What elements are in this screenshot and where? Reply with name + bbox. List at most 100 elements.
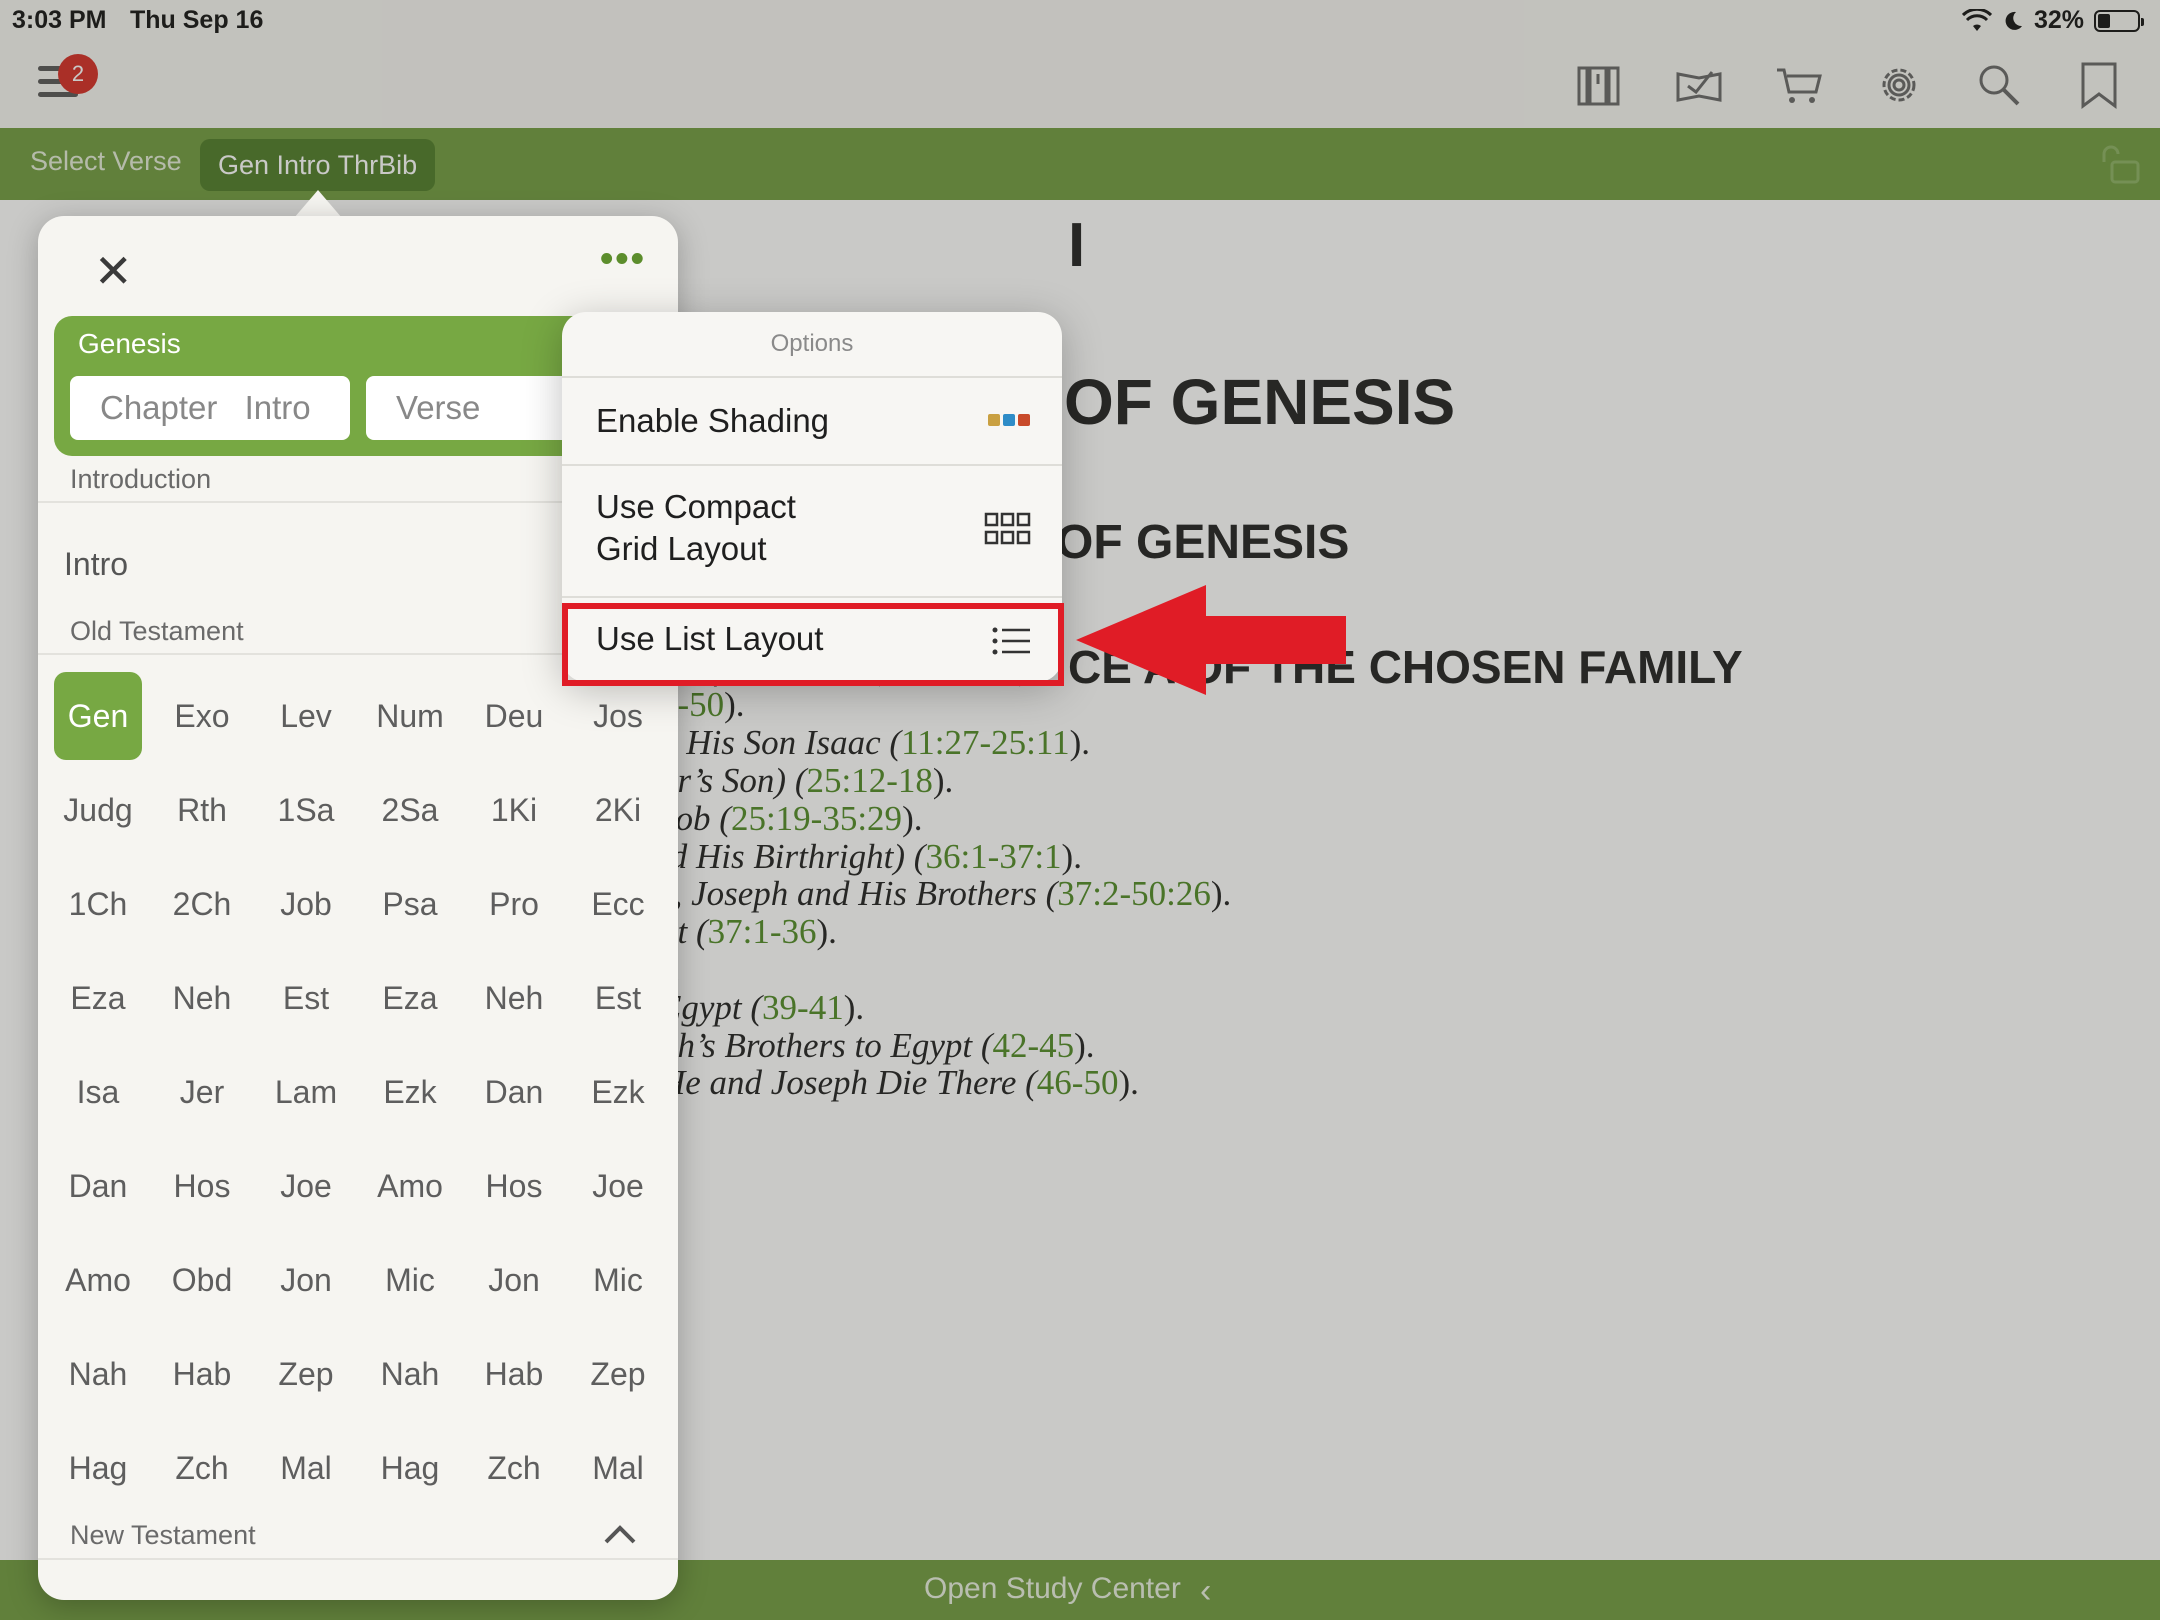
book-cell[interactable]: Hag (54, 1424, 142, 1512)
chevron-left-icon[interactable]: ‹ (1200, 1572, 1211, 1611)
compact-grid-option[interactable]: Use Compact Grid Layout (562, 464, 1062, 596)
chapter-value: Intro (244, 389, 311, 426)
scripture-reference-link[interactable]: 11:27-25:11 (901, 723, 1070, 762)
book-cell[interactable]: Zch (470, 1424, 558, 1512)
book-cell[interactable]: Hag (366, 1424, 454, 1512)
book-cell[interactable]: Joe (574, 1142, 662, 1230)
outline-punct: ). (843, 987, 865, 1027)
book-cell[interactable]: Hab (158, 1330, 246, 1418)
cart-icon[interactable] (1774, 60, 1824, 110)
book-cell[interactable]: Gen (54, 672, 142, 760)
book-cell[interactable]: Eza (54, 954, 142, 1042)
intro-item[interactable]: Intro (64, 546, 128, 583)
notification-badge: 2 (58, 54, 98, 94)
wifi-icon (1961, 8, 1992, 31)
book-cell[interactable]: Lam (262, 1048, 350, 1136)
book-cell[interactable]: Psa (366, 860, 454, 948)
book-cell[interactable]: Lev (262, 672, 350, 760)
outline-text: d His Son Isaac ( (660, 723, 902, 763)
select-verse-button[interactable]: Select Verse (30, 146, 182, 177)
book-cell[interactable]: Eza (366, 954, 454, 1042)
book-cell[interactable]: Mal (574, 1424, 662, 1512)
book-cell[interactable]: 2Sa (366, 766, 454, 854)
book-cell[interactable]: 1Ki (470, 766, 558, 854)
outline-line: ar’s Son) (25:12-18). (660, 761, 2060, 801)
book-cell[interactable]: Job (262, 860, 350, 948)
scripture-reference-link[interactable]: 37:1-36 (708, 912, 817, 951)
selected-book: Genesis (78, 328, 181, 359)
current-resource-pill[interactable]: Gen Intro ThrBib (200, 139, 436, 191)
search-icon[interactable] (1974, 60, 2024, 110)
chapter-field[interactable]: Chapter Intro (70, 376, 350, 440)
open-study-center-button[interactable]: Open Study Center (924, 1572, 1181, 1606)
book-cell[interactable]: 1Sa (262, 766, 350, 854)
book-cell[interactable]: Joe (262, 1142, 350, 1230)
scripture-reference-link[interactable]: 46-50 (1037, 1063, 1119, 1102)
close-icon[interactable]: ✕ (94, 244, 133, 298)
scripture-reference-link[interactable]: 39-41 (762, 988, 844, 1027)
book-cell[interactable]: Jon (262, 1236, 350, 1324)
book-cell[interactable]: Jer (158, 1048, 246, 1136)
book-cell[interactable]: Est (574, 954, 662, 1042)
scripture-reference-link[interactable]: 25:12-18 (807, 761, 933, 800)
book-cell[interactable]: Isa (54, 1048, 142, 1136)
book-cell[interactable]: Jon (470, 1236, 558, 1324)
book-cell[interactable]: Pro (470, 860, 558, 948)
book-cell[interactable]: Nah (54, 1330, 142, 1418)
book-cell[interactable]: Deu (470, 672, 558, 760)
book-cell[interactable]: Ezk (366, 1048, 454, 1136)
book-cell[interactable]: Exo (158, 672, 246, 760)
more-options-icon[interactable]: ••• (600, 238, 646, 281)
outline-line: d His Son Isaac (11:27-25:11). (660, 723, 2060, 763)
book-cell[interactable]: Ezk (574, 1048, 662, 1136)
outline-line: ot (37:1-36). (660, 912, 2060, 952)
top-toolbar: 2 (0, 40, 2160, 128)
book-cell[interactable]: Nah (366, 1330, 454, 1418)
book-cell[interactable]: Amo (366, 1142, 454, 1230)
book-cell[interactable]: Mal (262, 1424, 350, 1512)
outline-text: He and Joseph Die There ( (660, 1063, 1037, 1103)
book-cell[interactable]: Mic (366, 1236, 454, 1324)
book-cell[interactable]: 2Ki (574, 766, 662, 854)
book-cell[interactable]: Judg (54, 766, 142, 854)
book-cell[interactable]: Rth (158, 766, 246, 854)
book-cell[interactable]: Hos (470, 1142, 558, 1230)
book-cell[interactable]: Obd (158, 1236, 246, 1324)
enable-shading-option[interactable]: Enable Shading (562, 376, 1062, 464)
chevron-up-icon[interactable] (600, 1514, 640, 1554)
reading-plan-icon[interactable] (1674, 60, 1724, 110)
settings-icon[interactable] (1874, 60, 1924, 110)
book-cell[interactable]: Num (366, 672, 454, 760)
battery-icon (2094, 9, 2144, 32)
outline-line: He and Joseph Die There (46-50). (660, 1063, 2060, 1103)
library-icon[interactable] (1574, 60, 1624, 110)
scripture-reference-link[interactable]: 42-45 (992, 1026, 1074, 1065)
book-cell[interactable]: Hos (158, 1142, 246, 1230)
section-old-testament: Old Testament (70, 616, 244, 646)
outline-line: ). (660, 950, 2060, 990)
scripture-reference-link[interactable]: 36:1-37:1 (925, 837, 1061, 876)
book-cell[interactable]: Dan (470, 1048, 558, 1136)
scripture-reference-link[interactable]: 25:19-35:29 (731, 799, 902, 838)
book-cell[interactable]: Zch (158, 1424, 246, 1512)
annotation-arrow (1076, 585, 1346, 695)
book-cell[interactable]: Neh (470, 954, 558, 1042)
outline-punct: ). (902, 798, 923, 838)
book-cell[interactable]: Zep (574, 1330, 662, 1418)
outline-text: ar’s Son) ( (660, 761, 807, 800)
book-cell[interactable]: Ecc (574, 860, 662, 948)
book-cell[interactable]: Amo (54, 1236, 142, 1324)
book-cell[interactable]: Mic (574, 1236, 662, 1324)
unlock-icon[interactable] (2098, 142, 2142, 186)
scripture-reference-link[interactable]: 37:2-50:26 (1057, 874, 1211, 913)
book-cell[interactable]: Dan (54, 1142, 142, 1230)
bookmark-icon[interactable] (2074, 60, 2124, 110)
book-cell[interactable]: 2Ch (158, 860, 246, 948)
status-time: 3:03 PM (12, 6, 107, 34)
book-cell[interactable]: Zep (262, 1330, 350, 1418)
book-cell[interactable]: Hab (470, 1330, 558, 1418)
book-cell[interactable]: Neh (158, 954, 246, 1042)
book-cell[interactable]: Est (262, 954, 350, 1042)
status-right: 32% (1961, 6, 2144, 35)
book-cell[interactable]: 1Ch (54, 860, 142, 948)
